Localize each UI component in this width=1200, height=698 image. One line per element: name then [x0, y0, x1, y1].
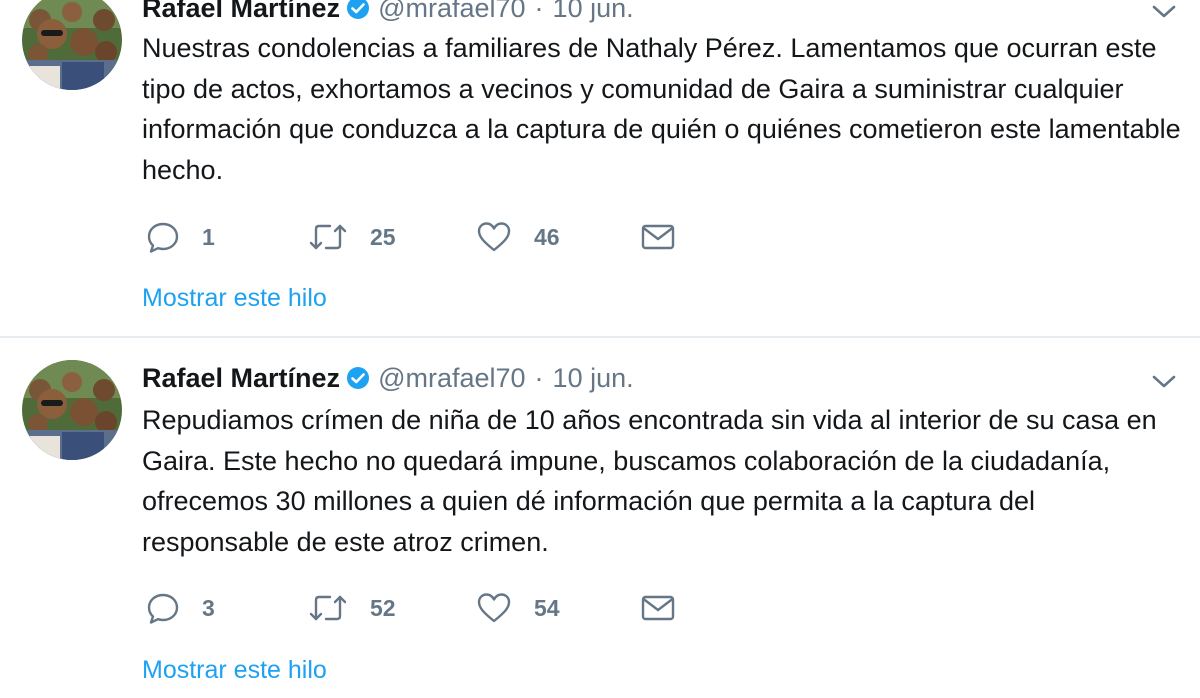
- reply-count: 1: [202, 223, 215, 250]
- retweet-button[interactable]: 52: [308, 588, 396, 628]
- tweet[interactable]: Rafael Martínez @mrafael70 · 10 jun. Rep…: [0, 338, 1200, 698]
- author-name[interactable]: Rafael Martínez: [142, 363, 340, 394]
- reply-icon: [146, 220, 180, 254]
- envelope-icon: [640, 591, 676, 625]
- show-thread-link[interactable]: Mostrar este hilo: [142, 656, 327, 685]
- retweet-count: 52: [370, 594, 396, 621]
- tweet-text: Repudiamos crímen de niña de 10 años enc…: [142, 405, 1157, 557]
- author-name[interactable]: Rafael Martínez: [142, 0, 340, 24]
- envelope-icon: [640, 220, 676, 254]
- reply-button[interactable]: 3: [146, 588, 215, 628]
- like-count: 54: [534, 594, 560, 621]
- reply-button[interactable]: 1: [146, 217, 215, 257]
- like-button[interactable]: 46: [476, 217, 560, 257]
- heart-icon: [476, 220, 512, 254]
- direct-message-button[interactable]: [640, 588, 676, 628]
- tweet-text: Nuestras condolencias a familiares de Na…: [142, 33, 1181, 185]
- retweet-count: 25: [370, 223, 396, 250]
- tweet-date[interactable]: 10 jun.: [553, 0, 634, 24]
- tweet-date[interactable]: 10 jun.: [553, 363, 634, 394]
- tweet-header: Rafael Martínez @mrafael70 · 10 jun.: [142, 358, 634, 398]
- avatar[interactable]: [22, 360, 122, 460]
- retweet-icon: [308, 591, 348, 625]
- retweet-button[interactable]: 25: [308, 217, 396, 257]
- tweet-actions: 3 52 54: [146, 588, 706, 628]
- header-separator: ·: [534, 362, 544, 393]
- tweet-actions: 1 25 46: [146, 217, 706, 257]
- verified-badge-icon: [346, 0, 370, 20]
- reply-count: 3: [202, 594, 215, 621]
- author-handle[interactable]: @mrafael70: [378, 0, 525, 24]
- like-count: 46: [534, 223, 560, 250]
- reply-icon: [146, 591, 180, 625]
- author-handle[interactable]: @mrafael70: [378, 363, 525, 394]
- retweet-icon: [308, 220, 348, 254]
- avatar[interactable]: [22, 0, 122, 90]
- tweet[interactable]: Rafael Martínez @mrafael70 · 10 jun. Nue…: [0, 0, 1200, 338]
- like-button[interactable]: 54: [476, 588, 560, 628]
- chevron-down-icon[interactable]: [1150, 2, 1178, 22]
- direct-message-button[interactable]: [640, 217, 676, 257]
- verified-badge-icon: [346, 366, 370, 390]
- heart-icon: [476, 591, 512, 625]
- tweet-header: Rafael Martínez @mrafael70 · 10 jun.: [142, 0, 634, 28]
- chevron-down-icon[interactable]: [1150, 372, 1178, 392]
- show-thread-link[interactable]: Mostrar este hilo: [142, 284, 327, 313]
- header-separator: ·: [534, 0, 544, 23]
